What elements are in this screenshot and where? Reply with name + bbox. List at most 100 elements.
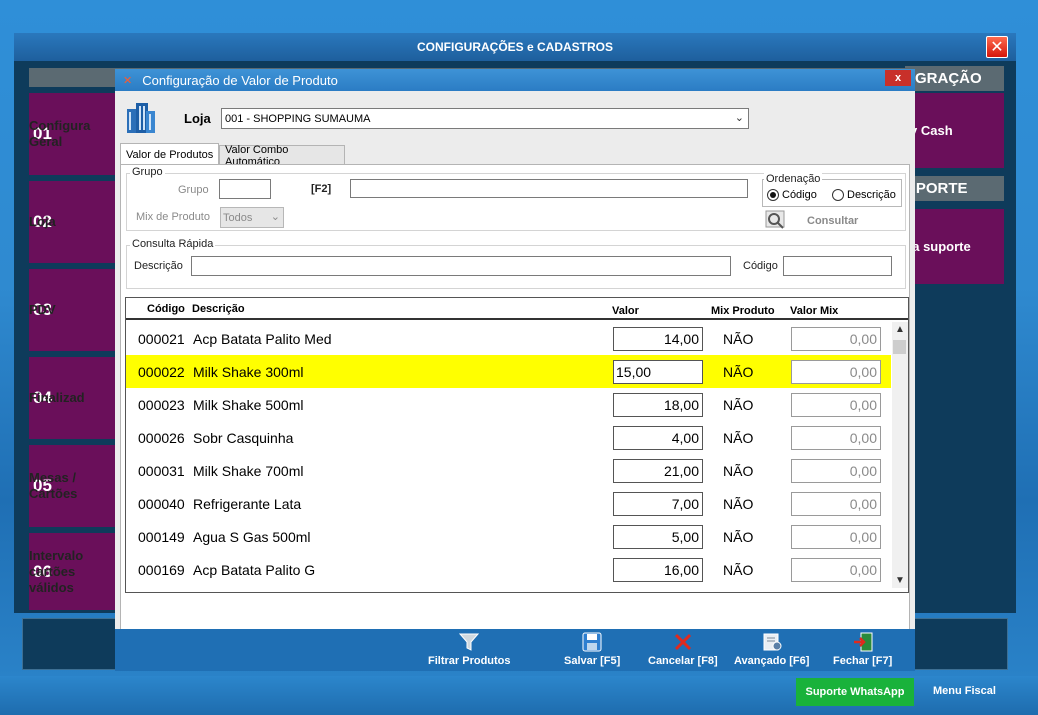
dialog-toolbar: Filtrar Produtos Salvar [F5] Cancelar [F… bbox=[115, 629, 915, 671]
codigo-search-input[interactable] bbox=[783, 256, 892, 276]
scroll-up-icon[interactable]: ▲ bbox=[895, 324, 905, 335]
exit-door-icon bbox=[853, 632, 873, 652]
cell-valor-input-editing[interactable]: 15,00 bbox=[613, 360, 703, 384]
settings-doc-icon bbox=[763, 633, 782, 651]
product-price-dialog: ✕ Configuração de Valor de Produto x Loj… bbox=[115, 69, 915, 671]
radio-label: Descrição bbox=[847, 189, 896, 201]
loja-select[interactable]: 001 - SHOPPING SUMAUMA ⌄ bbox=[221, 108, 749, 129]
cell-codigo: 000040 bbox=[138, 496, 185, 512]
cell-mix: NÃO bbox=[723, 529, 754, 545]
radio-ordenacao-codigo[interactable]: Código bbox=[767, 189, 817, 201]
tile-label: Loja bbox=[29, 214, 56, 229]
loja-label: Loja bbox=[184, 111, 211, 126]
descricao-search-input[interactable] bbox=[191, 256, 731, 276]
cell-valor-input[interactable]: 14,00 bbox=[613, 327, 703, 351]
tile-label: Finalizad bbox=[29, 390, 85, 405]
tab-valor-combo[interactable]: Valor Combo Automático bbox=[219, 144, 345, 168]
cell-valor-mix-input[interactable]: 0,00 bbox=[791, 360, 881, 384]
chevron-down-icon: ⌄ bbox=[270, 211, 280, 223]
col-mix-header[interactable]: Mix Produto bbox=[711, 305, 775, 317]
store-buildings-icon bbox=[127, 103, 155, 133]
floppy-icon bbox=[582, 632, 602, 652]
tile-loja[interactable]: 02 Loja bbox=[29, 181, 115, 263]
tile-label: PDV bbox=[29, 302, 56, 317]
table-row-selected[interactable]: 000022 Milk Shake 300ml 15,00 NÃO 0,00 bbox=[126, 355, 891, 388]
table-row[interactable]: 000040 Refrigerante Lata 7,00 NÃO 0,00 bbox=[126, 487, 891, 520]
fechar-button[interactable]: Fechar [F7] bbox=[833, 631, 892, 667]
button-label: Fechar [F7] bbox=[833, 655, 893, 667]
tile-pdv[interactable]: 03 PDV bbox=[29, 269, 115, 351]
salvar-button[interactable]: Salvar [F5] bbox=[564, 631, 620, 667]
scroll-down-icon[interactable]: ▼ bbox=[895, 575, 905, 586]
table-row[interactable]: 000026 Sobr Casquinha 4,00 NÃO 0,00 bbox=[126, 421, 891, 454]
cell-valor-input[interactable]: 16,00 bbox=[613, 558, 703, 582]
cell-mix: NÃO bbox=[723, 397, 754, 413]
cell-valor-mix-input[interactable]: 0,00 bbox=[791, 393, 881, 417]
cell-valor-mix-input[interactable]: 0,00 bbox=[791, 558, 881, 582]
grupo-input[interactable] bbox=[219, 179, 271, 199]
cell-codigo: 000031 bbox=[138, 463, 185, 479]
cell-valor-mix-input[interactable]: 0,00 bbox=[791, 426, 881, 450]
whatsapp-support-button[interactable]: Suporte WhatsApp bbox=[796, 678, 914, 706]
codigo-label: Código bbox=[743, 260, 778, 272]
tile-configuracao-geral[interactable]: 01 Configura Geral bbox=[29, 93, 115, 175]
button-label: Filtrar Produtos bbox=[428, 655, 511, 667]
magnifier-icon bbox=[765, 210, 785, 229]
outer-close-button[interactable]: ✕ bbox=[986, 36, 1008, 58]
radio-ordenacao-descricao[interactable]: Descrição bbox=[832, 189, 896, 201]
consultar-button[interactable]: Consultar bbox=[807, 215, 858, 227]
cell-mix: NÃO bbox=[723, 331, 754, 347]
radio-unchecked-icon bbox=[832, 189, 844, 201]
col-codigo-header[interactable]: Código bbox=[147, 303, 185, 315]
tile-delivery-cash[interactable]: ry Cash bbox=[905, 93, 1004, 168]
table-row[interactable]: 000169 Acp Batata Palito G 16,00 NÃO 0,0… bbox=[126, 553, 891, 586]
tile-finalizadoras[interactable]: 04 Finalizad bbox=[29, 357, 115, 439]
col-descricao-header[interactable]: Descrição bbox=[192, 303, 245, 315]
dialog-title: Configuração de Valor de Produto bbox=[142, 72, 338, 88]
grid-header: Código Descrição Valor Mix Produto Valor… bbox=[126, 298, 908, 320]
tile-label: Configura Geral bbox=[29, 118, 91, 149]
scroll-thumb[interactable] bbox=[893, 340, 906, 354]
grupo-descricao-input[interactable] bbox=[350, 179, 748, 198]
mix-produto-select[interactable]: Todos ⌄ bbox=[220, 207, 284, 228]
menu-fiscal-link[interactable]: Menu Fiscal bbox=[933, 685, 996, 697]
table-row[interactable]: 000149 Agua S Gas 500ml 5,00 NÃO 0,00 bbox=[126, 520, 891, 553]
avancado-button[interactable]: Avançado [F6] bbox=[734, 631, 809, 667]
col-valor-header[interactable]: Valor bbox=[612, 305, 639, 317]
cell-valor-mix-input[interactable]: 0,00 bbox=[791, 492, 881, 516]
x-icon bbox=[674, 633, 691, 651]
col-valor-mix-header[interactable]: Valor Mix bbox=[790, 305, 838, 317]
cancelar-button[interactable]: Cancelar [F8] bbox=[648, 631, 718, 667]
cell-valor-input[interactable]: 5,00 bbox=[613, 525, 703, 549]
cell-descricao: Agua S Gas 500ml bbox=[193, 529, 311, 545]
grupo-label: Grupo bbox=[178, 184, 209, 196]
cell-mix: NÃO bbox=[723, 562, 754, 578]
table-row[interactable]: 000031 Milk Shake 700ml 21,00 NÃO 0,00 bbox=[126, 454, 891, 487]
cell-valor-mix-input[interactable]: 0,00 bbox=[791, 327, 881, 351]
tile-mesas-cartoes[interactable]: 05 Mesas / Cartões bbox=[29, 445, 115, 527]
cell-valor-mix-input[interactable]: 0,00 bbox=[791, 459, 881, 483]
dialog-close-button[interactable]: x bbox=[885, 70, 911, 86]
cell-valor-input[interactable]: 18,00 bbox=[613, 393, 703, 417]
cell-codigo: 000169 bbox=[138, 562, 185, 578]
cell-valor-mix-input[interactable]: 0,00 bbox=[791, 525, 881, 549]
loja-select-value: 001 - SHOPPING SUMAUMA bbox=[225, 112, 371, 125]
descricao-label: Descrição bbox=[134, 260, 183, 272]
table-row[interactable]: 000023 Milk Shake 500ml 18,00 NÃO 0,00 bbox=[126, 388, 891, 421]
table-row[interactable]: 000021 Acp Batata Palito Med 14,00 NÃO 0… bbox=[126, 322, 891, 355]
tile-intervalo-cartoes[interactable]: 06 Intervalo cartões válidos bbox=[29, 533, 115, 610]
tile-area-suporte[interactable]: ea suporte bbox=[905, 209, 1004, 284]
cell-valor-input[interactable]: 21,00 bbox=[613, 459, 703, 483]
button-label: Cancelar [F8] bbox=[648, 655, 718, 667]
cell-valor-input[interactable]: 7,00 bbox=[613, 492, 703, 516]
cell-valor-input[interactable]: 4,00 bbox=[613, 426, 703, 450]
grid-scrollbar[interactable]: ▲ ▼ bbox=[892, 322, 908, 588]
radio-label: Código bbox=[782, 189, 817, 201]
section-header-integracao: EGRAÇÃO bbox=[905, 66, 1004, 91]
tile-label: Mesas / Cartões bbox=[29, 470, 78, 501]
cell-descricao: Sobr Casquinha bbox=[193, 430, 294, 446]
filtrar-produtos-button[interactable]: Filtrar Produtos bbox=[428, 631, 511, 667]
tab-valor-produtos[interactable]: Valor de Produtos bbox=[120, 143, 220, 165]
f2-label: [F2] bbox=[311, 183, 332, 195]
consulta-rapida-legend: Consulta Rápida bbox=[130, 238, 216, 250]
